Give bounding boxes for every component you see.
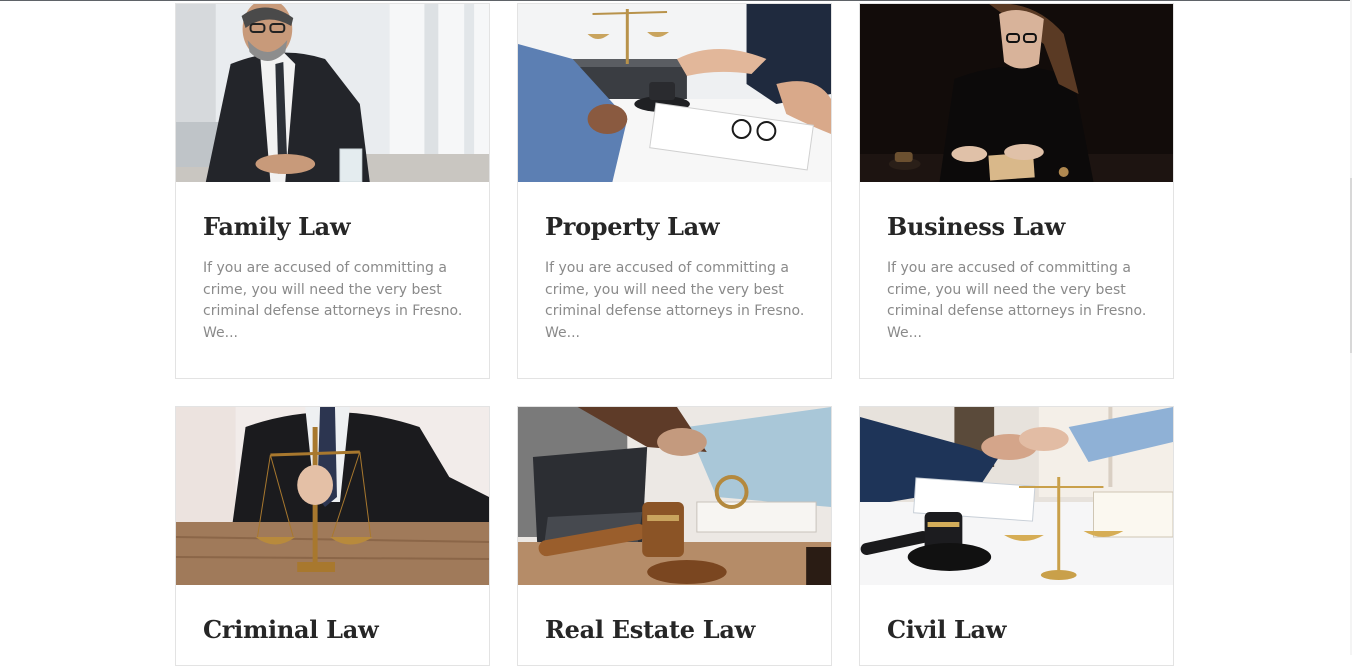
service-card-real-estate-law[interactable]: Real Estate Law xyxy=(517,406,832,666)
service-card-business-law[interactable]: Business Law If you are accused of commi… xyxy=(859,3,1174,379)
service-card-property-law[interactable]: Property Law If you are accused of commi… xyxy=(517,3,832,379)
service-title[interactable]: Property Law xyxy=(545,212,804,242)
scales-gavel-meeting-image[interactable] xyxy=(518,4,831,182)
service-title[interactable]: Family Law xyxy=(203,212,462,242)
service-card-criminal-law[interactable]: Criminal Law xyxy=(175,406,490,666)
service-title[interactable]: Real Estate Law xyxy=(545,615,804,645)
service-excerpt: If you are accused of committing a crime… xyxy=(203,260,463,341)
top-border xyxy=(0,0,1352,1)
gavel-handshake-image[interactable] xyxy=(518,407,831,585)
lawyer-portrait-image[interactable] xyxy=(176,4,489,182)
service-excerpt: If you are accused of committing a crime… xyxy=(545,260,805,341)
service-title[interactable]: Criminal Law xyxy=(203,615,462,645)
attorney-at-desk-image[interactable] xyxy=(860,4,1173,182)
service-excerpt: If you are accused of committing a crime… xyxy=(887,260,1147,341)
service-title[interactable]: Business Law xyxy=(887,212,1146,242)
service-card-civil-law[interactable]: Civil Law xyxy=(859,406,1174,666)
scales-of-justice-image[interactable] xyxy=(176,407,489,585)
service-card-family-law[interactable]: Family Law If you are accused of committ… xyxy=(175,3,490,379)
handshake-contract-image[interactable] xyxy=(860,407,1173,585)
service-title[interactable]: Civil Law xyxy=(887,615,1146,645)
